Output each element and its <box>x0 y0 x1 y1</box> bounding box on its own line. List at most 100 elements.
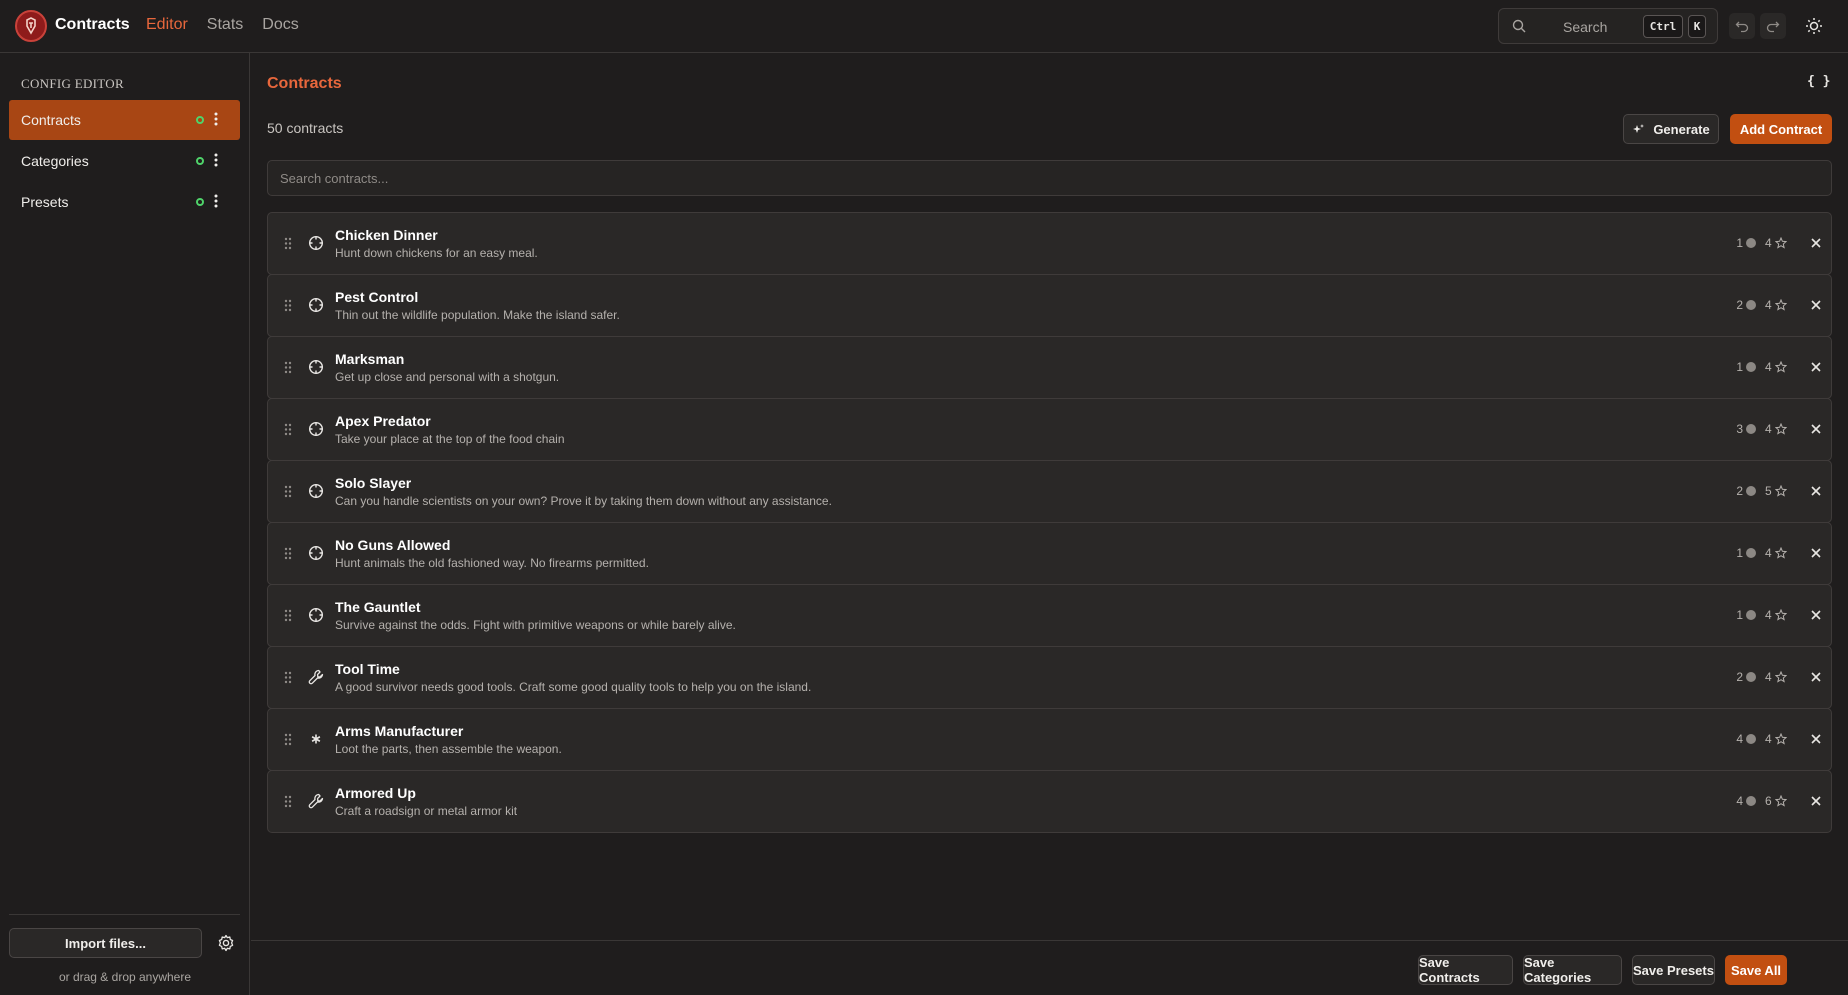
contract-card[interactable]: Tool Time A good survivor needs good tool… <box>267 646 1832 709</box>
app-brand[interactable]: Contracts <box>55 16 130 34</box>
tier-coin-icon <box>1746 796 1756 806</box>
sun-icon <box>1805 17 1823 35</box>
sidebar-item-presets[interactable]: Presets <box>9 182 240 222</box>
contract-stats: 24 <box>1733 670 1787 684</box>
tier-coin-icon <box>1746 362 1756 372</box>
wrench-icon <box>308 669 324 685</box>
nav-docs[interactable]: Docs <box>262 16 298 34</box>
asterisk-icon <box>308 731 324 747</box>
contract-description: Craft a roadsign or metal armor kit <box>335 804 518 818</box>
more-vertical-icon[interactable] <box>214 194 218 208</box>
contract-title: The Gauntlet <box>335 599 421 615</box>
tier-coin-icon <box>1746 672 1756 682</box>
star-icon <box>1774 237 1787 249</box>
star-count: 6 <box>1765 794 1772 808</box>
tier-count: 1 <box>1736 360 1743 374</box>
more-vertical-icon[interactable] <box>214 112 218 126</box>
shortcut-key-ctrl: Ctrl <box>1643 15 1683 38</box>
gear-icon[interactable] <box>217 934 235 952</box>
json-view-button[interactable]: { } <box>1807 74 1830 89</box>
tier-coin-icon <box>1746 734 1756 744</box>
contract-title: No Guns Allowed <box>335 537 451 553</box>
remove-contract-icon[interactable] <box>1810 299 1822 311</box>
redo-button[interactable] <box>1760 13 1786 39</box>
crosshair-icon <box>308 483 324 499</box>
contract-card[interactable]: Marksman Get up close and personal with a… <box>267 336 1832 399</box>
sidebar-item-label: Presets <box>21 194 69 210</box>
remove-contract-icon[interactable] <box>1810 423 1822 435</box>
drag-handle-icon[interactable] <box>284 547 292 560</box>
status-dot-icon <box>196 157 204 165</box>
sidebar-heading: CONFIG EDITOR <box>21 76 124 91</box>
save-categories-button[interactable]: Save Categories <box>1523 955 1622 985</box>
search-contracts-input[interactable] <box>267 160 1832 196</box>
tier-count: 4 <box>1736 794 1743 808</box>
contract-card[interactable]: Pest Control Thin out the wildlife popula… <box>267 274 1832 337</box>
crosshair-icon <box>308 545 324 561</box>
sidebar-item-categories[interactable]: Categories <box>9 141 240 181</box>
global-search-button[interactable]: Search Ctrl K <box>1498 8 1718 44</box>
main-panel: Contracts { } 50 contracts Generate Add … <box>251 53 1848 995</box>
contract-stats: 14 <box>1733 236 1787 250</box>
contract-card[interactable]: No Guns Allowed Hunt animals the old fash… <box>267 522 1832 585</box>
import-files-button[interactable]: Import files... <box>9 928 202 958</box>
contract-card[interactable]: Armored Up Craft a roadsign or metal armo… <box>267 770 1832 833</box>
star-count: 4 <box>1765 422 1772 436</box>
generate-button[interactable]: Generate <box>1623 114 1719 144</box>
status-dot-icon <box>196 116 204 124</box>
app-logo-icon[interactable] <box>15 10 47 42</box>
drag-handle-icon[interactable] <box>284 237 292 250</box>
contract-description: Can you handle scientists on your own? P… <box>335 494 832 508</box>
sidebar-item-contracts[interactable]: Contracts <box>9 100 240 140</box>
remove-contract-icon[interactable] <box>1810 671 1822 683</box>
more-vertical-icon[interactable] <box>214 153 218 167</box>
contract-description: Get up close and personal with a shotgun… <box>335 370 560 384</box>
crosshair-icon <box>308 297 324 313</box>
contract-card[interactable]: Apex Predator Take your place at the top … <box>267 398 1832 461</box>
remove-contract-icon[interactable] <box>1810 237 1822 249</box>
drag-handle-icon[interactable] <box>284 423 292 436</box>
nav-editor[interactable]: Editor <box>146 16 188 34</box>
sidebar-divider <box>9 914 240 915</box>
crosshair-icon <box>308 359 324 375</box>
drag-handle-icon[interactable] <box>284 671 292 684</box>
save-contracts-button[interactable]: Save Contracts <box>1418 955 1513 985</box>
drag-handle-icon[interactable] <box>284 609 292 622</box>
star-icon <box>1774 485 1787 497</box>
nav-stats[interactable]: Stats <box>207 16 243 34</box>
remove-contract-icon[interactable] <box>1810 361 1822 373</box>
contract-stats: 14 <box>1733 608 1787 622</box>
contract-card[interactable]: Solo Slayer Can you handle scientists on … <box>267 460 1832 523</box>
tier-count: 2 <box>1736 670 1743 684</box>
contract-stats: 25 <box>1733 484 1787 498</box>
drag-handle-icon[interactable] <box>284 733 292 746</box>
contract-card[interactable]: Chicken Dinner Hunt down chickens for an … <box>267 212 1832 275</box>
star-icon <box>1774 423 1787 435</box>
remove-contract-icon[interactable] <box>1810 733 1822 745</box>
remove-contract-icon[interactable] <box>1810 609 1822 621</box>
star-count: 4 <box>1765 732 1772 746</box>
contract-title: Armored Up <box>335 785 416 801</box>
contract-card[interactable]: The Gauntlet Survive against the odds. Fi… <box>267 584 1832 647</box>
contract-description: Thin out the wildlife population. Make t… <box>335 308 620 322</box>
drag-handle-icon[interactable] <box>284 795 292 808</box>
save-presets-button[interactable]: Save Presets <box>1632 955 1715 985</box>
contract-title: Marksman <box>335 351 405 367</box>
contract-title: Solo Slayer <box>335 475 412 491</box>
save-all-button[interactable]: Save All <box>1725 955 1787 985</box>
drag-handle-icon[interactable] <box>284 299 292 312</box>
remove-contract-icon[interactable] <box>1810 485 1822 497</box>
drag-handle-icon[interactable] <box>284 485 292 498</box>
remove-contract-icon[interactable] <box>1810 795 1822 807</box>
theme-toggle-button[interactable] <box>1801 13 1827 39</box>
star-icon <box>1774 547 1787 559</box>
remove-contract-icon[interactable] <box>1810 547 1822 559</box>
undo-button[interactable] <box>1729 13 1755 39</box>
contract-card[interactable]: Arms Manufacturer Loot the parts, then as… <box>267 708 1832 771</box>
add-contract-button[interactable]: Add Contract <box>1730 114 1832 144</box>
star-icon <box>1774 671 1787 683</box>
tier-coin-icon <box>1746 486 1756 496</box>
contract-title: Tool Time <box>335 661 400 677</box>
tier-coin-icon <box>1746 548 1756 558</box>
drag-handle-icon[interactable] <box>284 361 292 374</box>
